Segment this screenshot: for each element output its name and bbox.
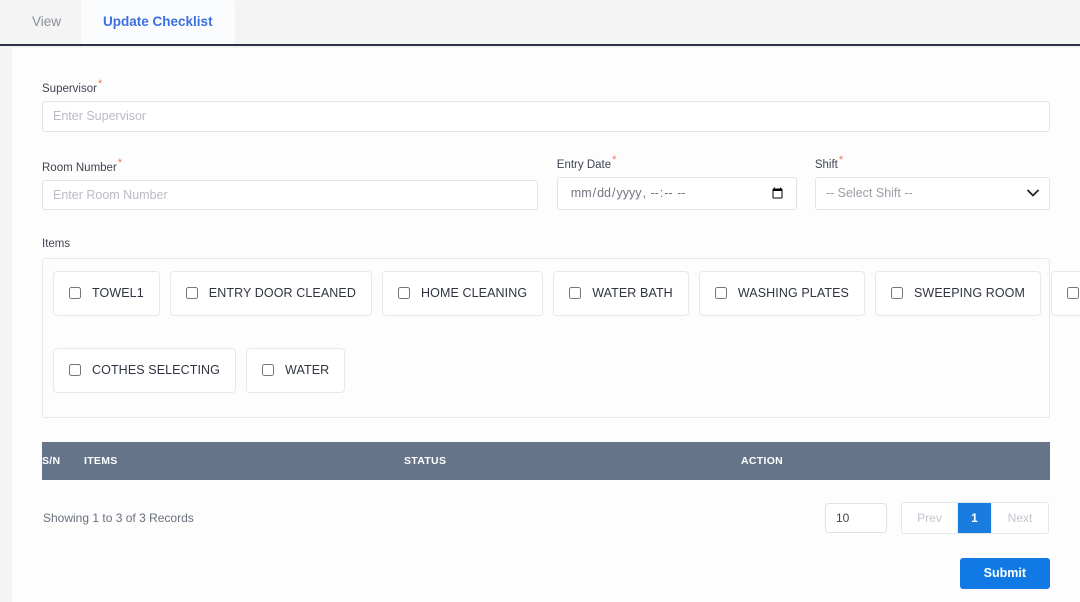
pagination-controls: 10 Prev 1 Next <box>825 501 1049 534</box>
room-date-shift-row: Room Number* Entry Date* Shift* <box>42 154 1050 210</box>
item-checkbox[interactable] <box>69 364 81 377</box>
shift-label: Shift* <box>815 154 1050 171</box>
entry-date-label-text: Entry Date <box>556 158 612 171</box>
item-label: TOWEL1 <box>92 286 144 301</box>
item-label: SWEEPING ROOM <box>913 286 1026 301</box>
item-card[interactable]: COTHES SELECTING <box>53 347 237 393</box>
entry-date-input[interactable] <box>556 176 797 210</box>
pagination-next-button[interactable]: Next <box>992 502 1048 533</box>
item-card[interactable]: KITCHEN <box>1051 270 1080 316</box>
items-row-2: COTHES SELECTING WATER <box>53 347 1039 393</box>
supervisor-label: Supervisor* <box>42 78 1050 95</box>
item-card[interactable]: TOWEL1 <box>53 270 160 316</box>
item-checkbox[interactable] <box>398 287 410 300</box>
item-checkbox[interactable] <box>890 287 903 300</box>
item-checkbox[interactable] <box>569 287 582 300</box>
item-card[interactable]: WATER <box>246 347 346 393</box>
item-checkbox[interactable] <box>714 287 727 300</box>
shift-required-marker: * <box>838 153 844 166</box>
entry-date-required-marker: * <box>612 153 617 166</box>
item-card[interactable]: SWEEPING ROOM <box>874 270 1042 316</box>
item-checkbox[interactable] <box>185 287 198 300</box>
shift-select[interactable]: -- Select Shift -- <box>814 176 1050 210</box>
records-summary: Showing 1 to 3 of 3 Records <box>43 510 194 525</box>
room-number-label-text: Room Number <box>42 161 117 174</box>
item-card[interactable]: ENTRY DOOR CLEANED <box>169 270 372 316</box>
item-card[interactable]: WATER BATH <box>553 270 689 316</box>
room-number-label: Room Number* <box>42 157 538 174</box>
shift-select-wrapper: -- Select Shift -- <box>814 176 1050 210</box>
tab-bar: View Update Checklist <box>0 0 1080 46</box>
tab-view-label: View <box>32 13 62 29</box>
submit-row: Submit <box>42 534 1050 589</box>
pagination-prev-button[interactable]: Prev <box>902 502 958 533</box>
supervisor-required-marker: * <box>97 78 103 90</box>
room-number-field-group: Room Number* <box>42 157 538 210</box>
item-label: ENTRY DOOR CLEANED <box>208 286 356 301</box>
tab-view[interactable]: View <box>12 0 81 44</box>
page-buttons: Prev 1 Next <box>901 501 1049 534</box>
app-root: View Update Checklist Supervisor* Room N… <box>0 0 1080 602</box>
table-header-sn: S/N <box>42 441 84 480</box>
entry-date-field-group: Entry Date* <box>556 154 797 210</box>
supervisor-label-text: Supervisor <box>42 82 97 95</box>
table-header-status: STATUS <box>404 441 741 480</box>
checklist-table: S/N ITEMS STATUS ACTION <box>42 441 1050 480</box>
checklist-table-wrapper: S/N ITEMS STATUS ACTION Showing 1 to 3 o… <box>42 441 1050 589</box>
table-footer: Showing 1 to 3 of 3 Records 10 Prev 1 Ne… <box>42 480 1050 534</box>
item-label: WATER <box>285 363 330 378</box>
supervisor-field-group: Supervisor* <box>42 78 1050 132</box>
shift-label-text: Shift <box>814 158 838 171</box>
item-checkbox[interactable] <box>1067 287 1080 300</box>
checklist-table-head: S/N ITEMS STATUS ACTION <box>42 441 1050 480</box>
table-header-items: ITEMS <box>84 441 404 480</box>
item-label: COTHES SELECTING <box>92 363 221 378</box>
page-size-wrapper: 10 <box>825 502 887 533</box>
item-label: WATER BATH <box>592 286 673 301</box>
item-label: HOME CLEANING <box>421 286 528 301</box>
item-checkbox[interactable] <box>69 287 81 300</box>
item-checkbox[interactable] <box>262 364 275 377</box>
item-card[interactable]: HOME CLEANING <box>382 270 544 316</box>
supervisor-input[interactable] <box>42 100 1050 132</box>
items-section-label: Items <box>42 237 71 250</box>
entry-date-label: Entry Date* <box>557 154 797 171</box>
tab-update-checklist-label: Update Checklist <box>103 13 213 29</box>
submit-button[interactable]: Submit <box>959 557 1050 589</box>
page-size-select[interactable]: 10 <box>825 502 887 533</box>
room-number-input[interactable] <box>42 179 538 210</box>
table-header-action: ACTION <box>741 441 1050 480</box>
item-label: WASHING PLATES <box>737 286 849 301</box>
content-card: Supervisor* Room Number* Entry Date* <box>12 48 1080 602</box>
items-row-1: TOWEL1 ENTRY DOOR CLEANED HOME CLEANING … <box>53 270 1080 316</box>
table-header-row: S/N ITEMS STATUS ACTION <box>42 441 1050 480</box>
items-container: TOWEL1 ENTRY DOOR CLEANED HOME CLEANING … <box>42 257 1080 418</box>
pagination-page-1-button[interactable]: 1 <box>958 502 992 533</box>
tab-update-checklist[interactable]: Update Checklist <box>81 0 235 44</box>
checklist-form: Supervisor* Room Number* Entry Date* <box>12 48 1080 589</box>
item-card[interactable]: WASHING PLATES <box>698 270 865 316</box>
room-number-required-marker: * <box>117 156 123 169</box>
shift-field-group: Shift* -- Select Shift -- <box>814 154 1050 210</box>
